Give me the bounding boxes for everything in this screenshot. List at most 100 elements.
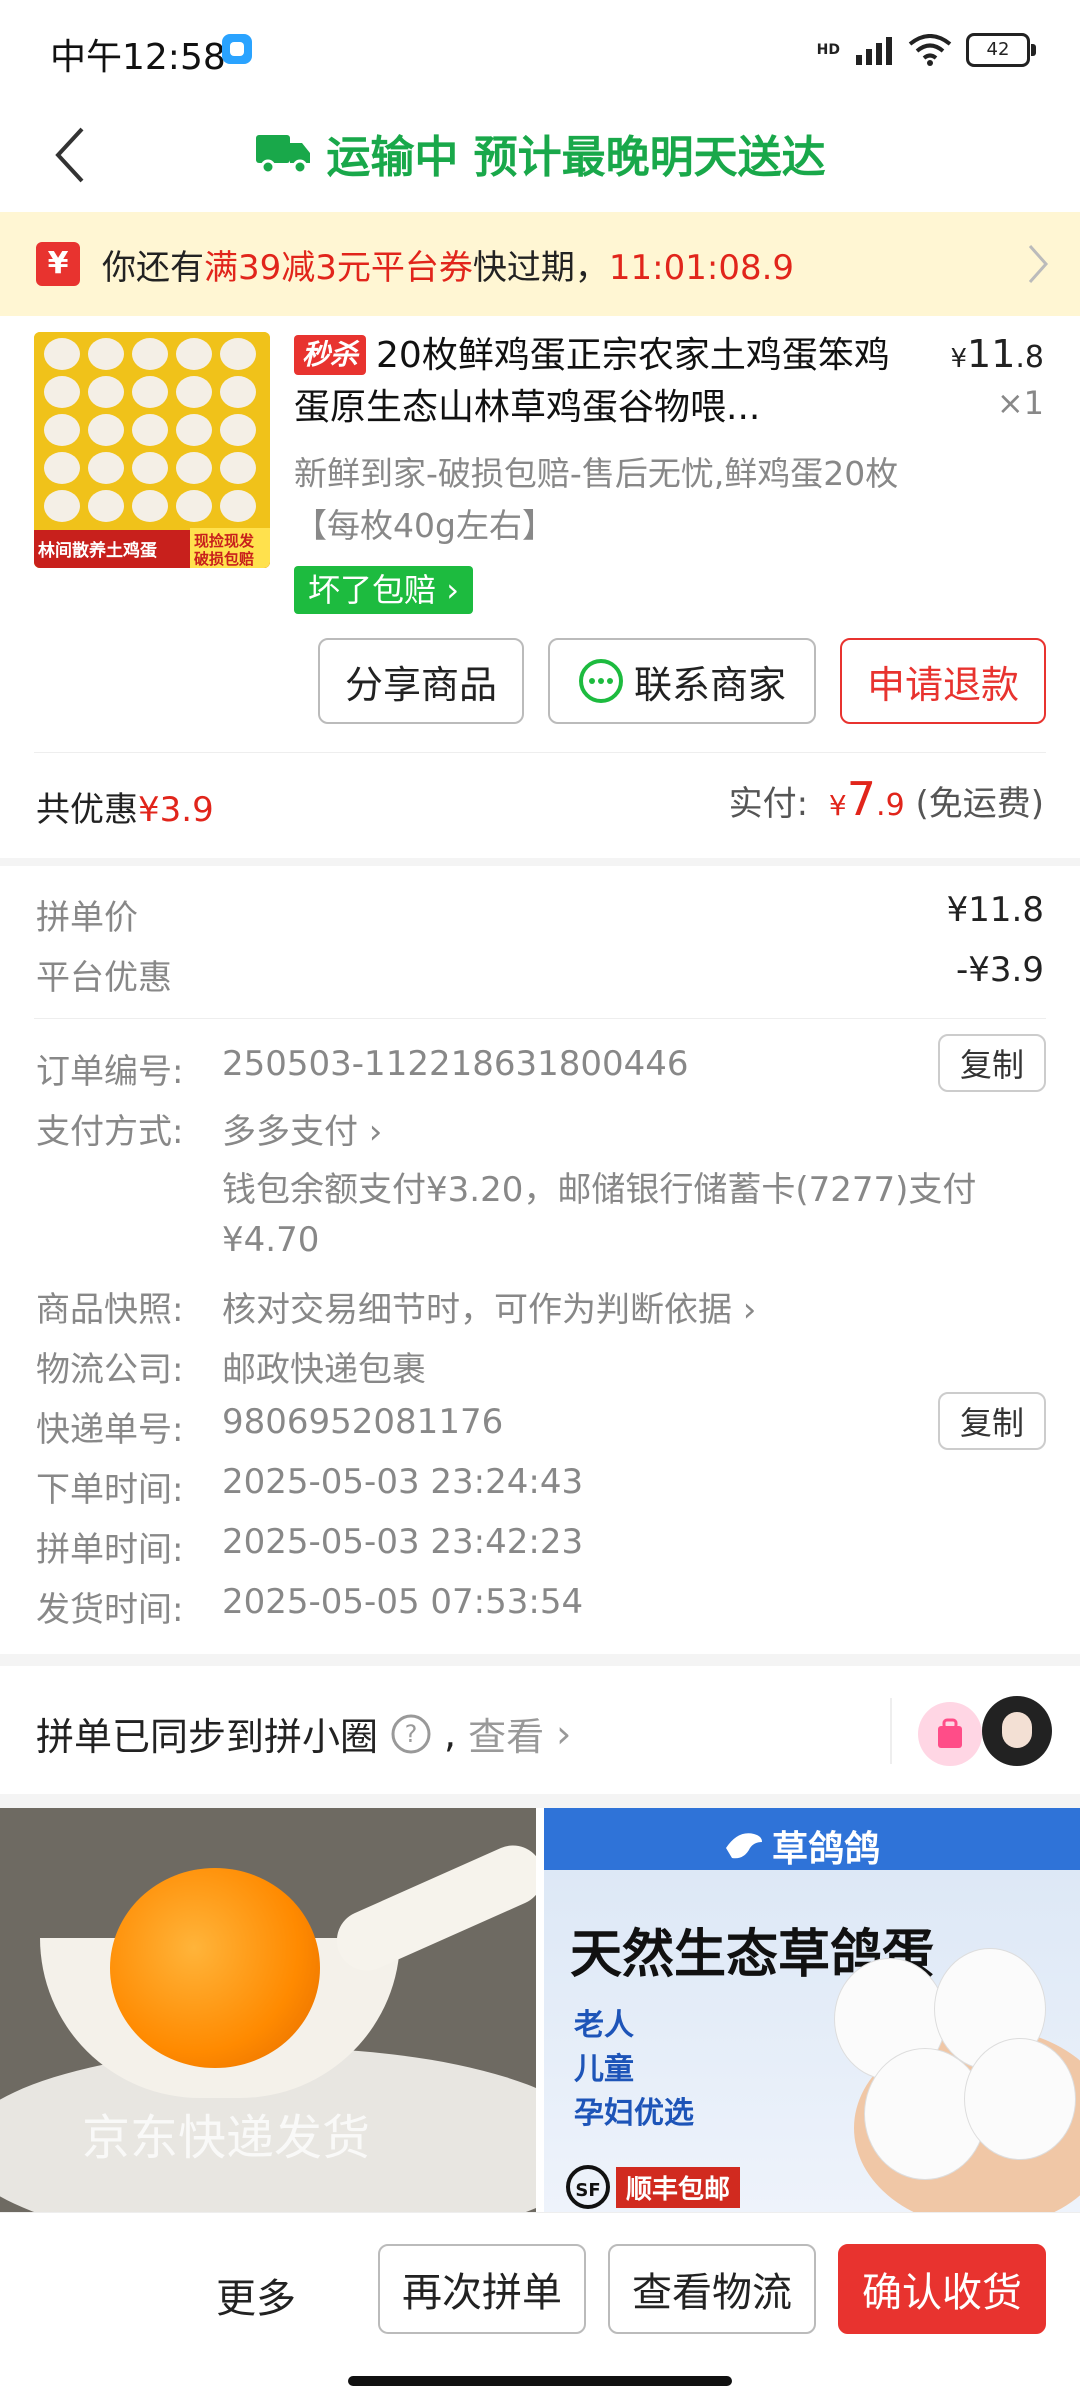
discount-label: 共优惠 [36,790,138,830]
banner-countdown: 11:01:08.9 [608,247,795,288]
banner-coupon: 满39减3元平台券 [204,247,473,288]
chat-icon [578,659,623,703]
logistics-company: 邮政快递包裹 [222,1350,426,1390]
ad-right-brand-text: 草鸽鸽 [772,1829,881,1870]
image-badge-2: 破损包赔 [194,550,255,568]
group-price-value: ¥11.8 [946,890,1044,930]
circle-sync-row[interactable]: 拼单已同步到拼小圈 ? , 查看 › [36,1706,571,1761]
signal-icon [856,37,892,65]
order-number: 250503-112218631800446 [222,1044,689,1084]
confirm-receipt-button[interactable]: 确认收货 [838,2244,1046,2334]
share-label: 分享商品 [344,662,497,707]
image-caption: 林间散养土鸡蛋 [38,541,157,561]
ad-line-pregnant: 孕妇优选 [574,2096,694,2131]
platform-discount-label: 平台优惠 [36,958,172,998]
flash-sale-tag: 秒杀 [294,335,367,375]
ad-left-egg-image[interactable]: 京东快递发货 [0,1808,536,2212]
request-refund-button[interactable]: 申请退款 [840,638,1046,724]
divider [34,752,1046,753]
actual-payment: 实付: ¥7.9 (免运费) [729,772,1044,826]
order-time: 2025-05-03 23:24:43 [222,1462,584,1502]
chevron-right-icon [1028,245,1049,283]
group-time-label: 拼单时间: [36,1530,184,1570]
price-dec: .8 [1015,340,1044,375]
paid-int: 7 [846,772,877,826]
wifi-icon [908,34,952,66]
ad-left-caption: 京东快递发货 [82,2110,371,2166]
regroup-button[interactable]: 再次拼单 [378,2244,586,2334]
total-discount: 共优惠¥3.9 [36,782,214,831]
tracking-number-label: 快递单号: [36,1410,184,1450]
copy-tracking-number-button[interactable]: 复制 [938,1392,1046,1450]
product-title-text: 20枚鲜鸡蛋正宗农家土鸡蛋笨鸡蛋原生态山林草鸡蛋谷物喂... [294,335,890,428]
share-product-button[interactable]: 分享商品 [318,638,524,724]
price-int: 11 [967,332,1016,376]
user-avatar[interactable] [982,1696,1052,1766]
more-button[interactable]: 更多 [216,2266,296,2324]
help-icon[interactable]: ? [390,1713,432,1755]
ad-right-brand: 草鸽鸽 [724,1820,880,1872]
coupon-icon: ¥ [36,242,80,286]
home-indicator[interactable] [348,2376,732,2386]
payment-detail-2: ¥4.70 [222,1220,320,1260]
status-indicators: HD 42 [816,30,1036,70]
contact-merchant-button[interactable]: 联系商家 [548,638,816,724]
pigeon-icon [726,1833,762,1859]
payment-method-text: 多多支付 [222,1112,358,1152]
price-symbol: ¥ [950,344,968,374]
payment-method-label: 支付方式: [36,1112,184,1152]
banner-middle: 快过期， [472,247,609,288]
divider [890,1698,892,1764]
header-title: 运输中 预计最晚明天送达 [326,132,826,183]
logistics-company-label: 物流公司: [36,1350,184,1390]
banner-prefix: 你还有 [102,247,204,288]
product-title[interactable]: 秒杀 20枚鲜鸡蛋正宗农家土鸡蛋笨鸡蛋原生态山林草鸡蛋谷物喂... [294,330,914,434]
section-separator [0,858,1080,866]
notification-app-icon [222,34,252,64]
snapshot-label: 商品快照: [36,1290,184,1330]
discount-value: ¥3.9 [138,790,214,830]
circle-sync-text: 拼单已同步到拼小圈 [36,1715,379,1759]
group-price-label: 拼单价 [36,898,138,938]
ad-right-pigeon-egg[interactable]: 草鸽鸽 天然生态草鸽蛋 老人 儿童 孕妇优选 SF 顺丰包邮 [544,1808,1080,2212]
product-image[interactable]: 林间散养土鸡蛋 现捡现发 破损包赔 [34,332,270,568]
refund-label: 申请退款 [866,662,1019,707]
badge-label: 坏了包赔 [308,571,437,609]
paid-label: 实付: [728,784,809,824]
copy-order-number-button[interactable]: 复制 [938,1034,1046,1092]
bag-icon [938,1718,962,1748]
sf-logo: SF [566,2165,610,2209]
contact-label: 联系商家 [633,662,786,707]
product-quantity: ×1 [996,384,1044,422]
shipping-status-header: 运输中 预计最晚明天送达 [0,118,1080,188]
ad-right-lines: 老人 儿童 孕妇优选 [574,2004,694,2136]
ad-right-shipping: SF 顺丰包邮 [566,2162,741,2212]
payment-method[interactable]: 多多支付 › [222,1104,382,1153]
snapshot-text: 核对交易细节时，可作为判断依据 [222,1290,732,1330]
view-logistics-button[interactable]: 查看物流 [608,2244,816,2334]
view-link[interactable]: 查看 [468,1706,544,1761]
battery-icon: 42 [966,33,1036,67]
truck-icon [256,135,311,175]
shipping-note: (免运费) [915,784,1044,824]
svg-text:?: ? [405,1720,418,1748]
paid-dec: .9 [876,788,905,823]
damage-guarantee-badge[interactable]: 坏了包赔 › [294,566,473,614]
section-separator [0,1654,1080,1666]
ad-line-children: 儿童 [574,2052,634,2087]
circle-pink-avatar[interactable] [918,1702,982,1766]
ad-line-elderly: 老人 [574,2008,634,2043]
status-bar: 中午12:58 HD 42 [0,0,1080,100]
section-separator [0,1794,1080,1808]
paid-symbol: ¥ [828,789,847,822]
payment-detail-1: 钱包余额支付¥3.20，邮储银行储蓄卡(7277)支付 [222,1170,977,1210]
ship-time-label: 发货时间: [36,1590,184,1630]
product-snapshot-link[interactable]: 核对交易细节时，可作为判断依据 › [222,1282,756,1331]
group-time: 2025-05-03 23:42:23 [222,1522,584,1562]
ad-shipping-text: 顺丰包邮 [616,2166,741,2208]
platform-discount-value: -¥3.9 [956,950,1044,990]
divider [34,1018,1046,1019]
order-number-label: 订单编号: [36,1052,184,1092]
hd-label: HD [816,42,840,58]
coupon-expiry-banner[interactable]: ¥ 你还有满39减3元平台券快过期，11:01:08.9 [0,212,1080,316]
